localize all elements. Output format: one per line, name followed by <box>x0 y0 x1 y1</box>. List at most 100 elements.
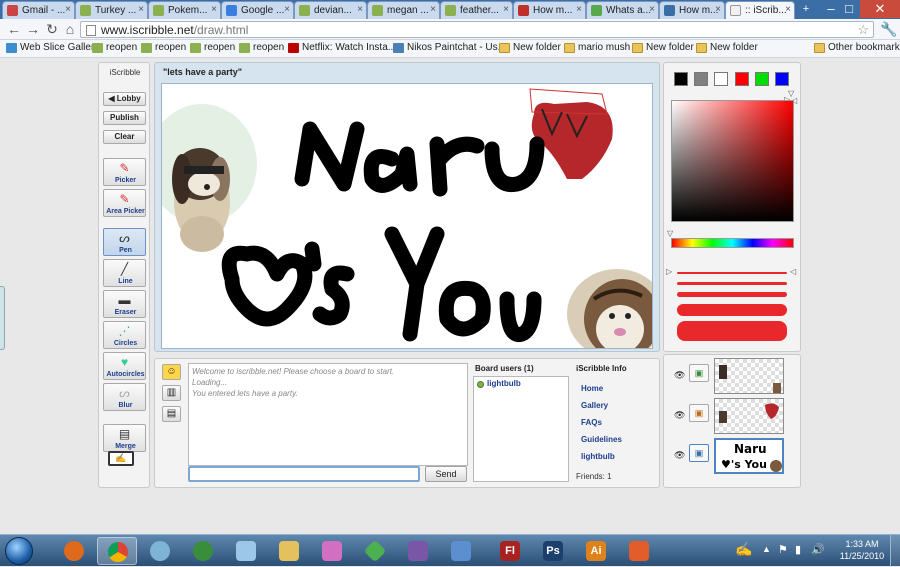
layer-toggle-button[interactable]: ▣ <box>689 404 709 422</box>
address-bar[interactable]: www.iscribble.net/draw.html ☆ <box>80 21 874 38</box>
close-tab-icon[interactable]: × <box>576 4 582 15</box>
bookmark-folder[interactable]: New folder <box>499 42 561 53</box>
tab-iscribble[interactable]: :: iScrib... × <box>725 1 795 19</box>
tablet-icon[interactable]: ✍ <box>108 451 134 466</box>
reload-icon[interactable]: ↻ <box>44 21 60 37</box>
tab-gmail[interactable]: Gmail - ... × <box>2 1 75 19</box>
layer-toggle-button[interactable]: ▣ <box>689 444 709 462</box>
forward-icon[interactable]: → <box>25 21 41 37</box>
link-faqs[interactable]: FAQs <box>581 418 602 427</box>
swatch-white[interactable] <box>714 72 728 86</box>
tab-turkey[interactable]: Turkey ... × <box>75 1 148 19</box>
back-icon[interactable]: ← <box>6 21 22 37</box>
tab-megan[interactable]: megan ... × <box>367 1 440 19</box>
close-tab-icon[interactable]: × <box>649 4 655 15</box>
tab-deviantart[interactable]: devian... × <box>294 1 367 19</box>
new-tab-button[interactable]: + <box>797 0 815 18</box>
bookmark-folder[interactable]: New folder <box>632 42 694 53</box>
bookmark-netflix[interactable]: Netflix: Watch Insta... <box>288 42 396 53</box>
bookmark-folder[interactable]: New folder <box>696 42 758 53</box>
taskbar-illustrator[interactable]: Ai <box>576 537 616 565</box>
tool-circles[interactable]: ⋰ Circles <box>103 321 146 349</box>
eye-icon[interactable]: 👁 <box>674 450 685 461</box>
close-tab-icon[interactable]: × <box>357 4 363 15</box>
tool-picker[interactable]: ✎ Picker <box>103 158 146 186</box>
taskbar-sims[interactable] <box>355 537 395 565</box>
show-desktop-button[interactable] <box>890 535 900 567</box>
eye-icon[interactable]: 👁 <box>674 370 685 381</box>
layer-row[interactable]: 👁 ▣ Naru ♥'s You <box>664 437 802 475</box>
clear-button[interactable]: Clear <box>103 130 146 144</box>
start-button[interactable] <box>5 537 33 565</box>
close-tab-icon[interactable]: × <box>715 4 721 15</box>
taskbar-presentation[interactable] <box>619 537 659 565</box>
brush-size-3[interactable] <box>677 292 787 297</box>
taskbar-photoshop[interactable]: Ps <box>533 537 573 565</box>
bookmark-reopen[interactable]: reopen <box>190 42 235 53</box>
taskbar-notepad[interactable] <box>226 537 266 565</box>
tool-line[interactable]: ╱ Line <box>103 259 146 287</box>
taskbar-flash[interactable]: Fl <box>490 537 530 565</box>
brush-size-2[interactable] <box>677 282 787 285</box>
tab-feather[interactable]: feather... × <box>440 1 513 19</box>
publish-button[interactable]: Publish <box>103 111 146 125</box>
bookmark-reopen[interactable]: reopen <box>141 42 186 53</box>
taskbar-game[interactable] <box>398 537 438 565</box>
pen-tablet-tray-icon[interactable]: ✍ <box>735 541 752 558</box>
layer-toggle-button[interactable]: ▣ <box>689 364 709 382</box>
swatch-blue[interactable] <box>775 72 789 86</box>
bookmark-other[interactable]: Other bookmarks <box>814 42 900 53</box>
notes-icon[interactable]: ▤ <box>162 406 181 422</box>
taskbar-network[interactable] <box>441 537 481 565</box>
tab-how-2[interactable]: How m... × <box>659 1 725 19</box>
swatch-black[interactable] <box>674 72 688 86</box>
tray-expand-icon[interactable]: ▲ <box>762 544 771 554</box>
close-tab-icon[interactable]: × <box>138 4 144 15</box>
layout-toggle-icon[interactable]: ▥ <box>162 385 181 401</box>
volume-icon[interactable]: 🔊 <box>811 543 825 556</box>
tab-google[interactable]: Google ... × <box>221 1 294 19</box>
link-profile[interactable]: lightbulb <box>581 452 615 461</box>
eye-icon[interactable]: 👁 <box>674 410 685 421</box>
layer-row[interactable]: 👁 ▣ <box>664 397 802 435</box>
taskbar-paint[interactable] <box>140 537 180 565</box>
swatch-green[interactable] <box>755 72 769 86</box>
tool-autocircles[interactable]: ♥ Autocircles <box>103 352 146 380</box>
swatch-gray[interactable] <box>694 72 708 86</box>
user-item[interactable]: lightbulb <box>477 379 565 388</box>
close-tab-icon[interactable]: × <box>785 4 791 15</box>
wrench-icon[interactable]: 🔧 <box>880 21 897 37</box>
tab-whats[interactable]: Whats a... × <box>586 1 659 19</box>
bookmark-star-icon[interactable]: ☆ <box>857 22 869 38</box>
brush-size-4[interactable] <box>677 304 787 316</box>
bookmark-reopen[interactable]: reopen <box>92 42 137 53</box>
brush-size-5[interactable] <box>677 321 787 341</box>
network-tray-icon[interactable]: ▮ <box>795 543 801 556</box>
brush-size-1[interactable] <box>677 272 787 274</box>
taskbar-puzzle[interactable] <box>312 537 352 565</box>
layer-thumbnail[interactable] <box>714 398 784 434</box>
saturation-value-picker[interactable] <box>671 100 794 222</box>
layer-thumbnail[interactable] <box>714 358 784 394</box>
tab-pokemon[interactable]: Pokem... × <box>148 1 221 19</box>
bookmark-web-slice[interactable]: Web Slice Gallery <box>6 42 99 53</box>
link-guidelines[interactable]: Guidelines <box>581 435 622 444</box>
layer-thumbnail[interactable]: Naru ♥'s You <box>714 438 784 474</box>
tool-eraser[interactable]: ▬ Eraser <box>103 290 146 318</box>
maximize-button[interactable]: □ <box>836 0 862 18</box>
close-tab-icon[interactable]: × <box>284 4 290 15</box>
emoticon-icon[interactable]: ☺ <box>162 364 181 380</box>
tool-merge[interactable]: ▤ Merge <box>103 424 146 452</box>
close-window-button[interactable]: ✕ <box>860 0 900 18</box>
taskbar-firefox[interactable] <box>54 537 94 565</box>
hue-slider[interactable] <box>671 238 794 248</box>
side-gadget[interactable] <box>0 286 5 350</box>
flag-icon[interactable]: ⚑ <box>778 543 788 556</box>
bookmark-folder[interactable]: mario mush <box>564 42 630 53</box>
taskbar-explorer[interactable] <box>269 537 309 565</box>
close-tab-icon[interactable]: × <box>211 4 217 15</box>
lobby-button[interactable]: ◀ Lobby <box>103 92 146 106</box>
link-home[interactable]: Home <box>581 384 603 393</box>
bookmark-reopen[interactable]: reopen <box>239 42 284 53</box>
layer-row[interactable]: 👁 ▣ <box>664 357 802 395</box>
